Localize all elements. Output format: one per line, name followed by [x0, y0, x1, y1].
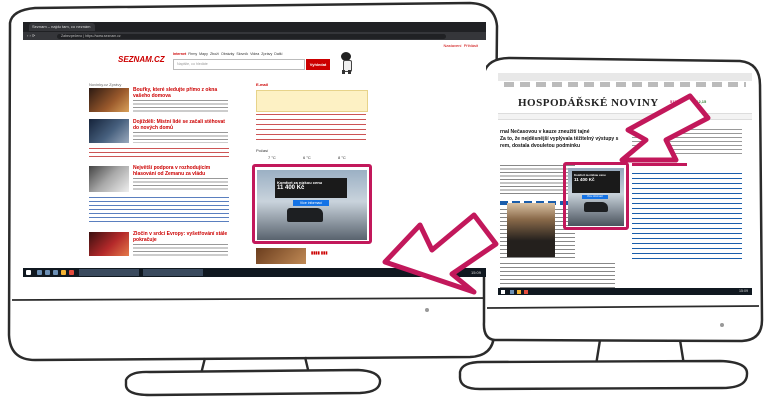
nav-menu[interactable]	[498, 113, 752, 120]
news-links[interactable]	[89, 148, 229, 158]
promo-image[interactable]	[256, 248, 306, 264]
weather-temp-1: 7 °C	[268, 155, 276, 160]
news-headline-1[interactable]: Bouřky, které sledujte přímo z okna vaše…	[133, 87, 228, 99]
login-link[interactable]: Přihlásit	[464, 43, 478, 48]
browser-tab-strip: Seznam – najdu tam, co neznám	[23, 22, 486, 32]
tab-videa[interactable]: Videa	[250, 52, 259, 56]
headline-line-1: rnal Nečasovou v kauze zneužití tajné	[500, 129, 590, 135]
taskbar-window-button[interactable]	[143, 269, 203, 276]
news-image-3[interactable]	[89, 166, 129, 192]
price-1: 517,71	[670, 99, 683, 104]
article-photo[interactable]	[507, 203, 555, 257]
taskbar-folder-icon[interactable]	[61, 270, 66, 275]
quick-links[interactable]	[256, 114, 366, 144]
left-screen: Seznam – najdu tam, co neznám ‹ › ⟳ Zabe…	[23, 22, 486, 277]
taskbar-window-button[interactable]	[79, 269, 139, 276]
sidebar-text	[632, 129, 742, 154]
windows-start-icon[interactable]	[501, 289, 505, 294]
seznam-logo[interactable]: SEZNAM.CZ	[118, 55, 165, 64]
tab-title: Seznam – najdu tam, co neznám	[32, 24, 91, 29]
tab-internet[interactable]: Internet	[173, 52, 186, 56]
ad-highlight-frame	[563, 162, 629, 230]
news-text-4	[133, 244, 228, 258]
news-section-label: Novinky.cz Zprávy	[89, 82, 122, 87]
tab-firmy[interactable]: Firmy	[188, 52, 197, 56]
bookmarks-bar	[504, 82, 746, 87]
ad-highlight-frame	[252, 164, 372, 244]
news-text-1	[133, 100, 228, 112]
address-bar[interactable]: Zabezpečeno | https://www.seznam.cz	[57, 33, 446, 39]
taskbar-clock: 15:09	[470, 269, 481, 275]
browser-tab[interactable]: Seznam – najdu tam, co neznám	[29, 23, 95, 31]
email-box[interactable]	[256, 90, 368, 112]
news-image-1[interactable]	[89, 88, 129, 112]
weather-label: Počasí	[256, 148, 269, 153]
taskbar-folder-icon[interactable]	[517, 289, 521, 294]
headline-line-2: Za to, že nejděsnější vyplývala těžiteln…	[500, 136, 619, 142]
sidebar-links[interactable]	[632, 173, 742, 263]
windows-start-icon[interactable]	[26, 270, 31, 275]
tab-dalsi[interactable]: Další	[274, 52, 282, 56]
taskbar-app-icon[interactable]	[37, 270, 42, 275]
article-body-2	[500, 263, 615, 288]
news-link-list[interactable]	[89, 197, 229, 223]
taskbar-app-icon[interactable]	[53, 270, 58, 275]
search-input[interactable]: Napište, co hledáte	[173, 59, 305, 70]
news-headline-3[interactable]: Největší podpora v rozhodujícím hlasován…	[133, 165, 228, 177]
news-text-2	[133, 132, 228, 143]
email-label[interactable]: E-mail	[256, 82, 268, 87]
news-image-4[interactable]	[89, 232, 129, 256]
address-bar-row: ‹ › ⟳ Zabezpečeno | https://www.seznam.c…	[23, 32, 486, 40]
tab-zpravy[interactable]: Zprávy	[261, 52, 272, 56]
news-image-2[interactable]	[89, 119, 129, 143]
site-title[interactable]: HOSPODÁŘSKÉ NOVINY	[518, 97, 659, 109]
search-tabs: Internet Firmy Mapy Zboží Obrázky Slovní…	[173, 52, 333, 56]
taskbar-chrome-icon[interactable]	[524, 289, 528, 294]
taskbar-app-icon[interactable]	[45, 270, 50, 275]
article-headline[interactable]: rnal Nečasovou v kauze zneužití tajné Za…	[500, 129, 620, 150]
search-button[interactable]: Vyhledat	[306, 59, 330, 70]
dog-mascot-icon	[338, 52, 354, 74]
tab-slovnik[interactable]: Slovník	[236, 52, 248, 56]
search-placeholder: Napište, co hledáte	[177, 62, 208, 66]
news-headline-4[interactable]: Zločin v srdci Evropy: vyšetřování stále…	[133, 231, 228, 243]
browser-bar	[498, 73, 752, 81]
promo-headline[interactable]: ▮▮▮▮ ▮▮▮	[311, 250, 371, 256]
headline-line-3: rem, dostala dvouletou podmínku	[500, 143, 581, 149]
price-2: 412,15	[694, 99, 707, 104]
taskbar-app-icon[interactable]	[510, 289, 514, 294]
settings-link[interactable]: Nastavení	[444, 43, 462, 48]
weather-temp-3: 8 °C	[338, 155, 346, 160]
windows-taskbar: 15:09	[23, 268, 486, 277]
tab-mapy[interactable]: Mapy	[199, 52, 208, 56]
header-links[interactable]: Nastavení Přihlásit	[444, 43, 478, 48]
tab-obrazky[interactable]: Obrázky	[221, 52, 234, 56]
right-screen: HOSPODÁŘSKÉ NOVINY 517,71 412,15 rnal Ne…	[498, 73, 752, 295]
news-text-3	[133, 178, 228, 192]
nav-arrows-icon[interactable]: ‹ › ⟳	[27, 33, 35, 38]
taskbar-clock: 15:09	[739, 288, 748, 293]
sidebar-heading	[632, 163, 687, 166]
windows-taskbar: 15:09	[498, 288, 752, 295]
tab-zbozi[interactable]: Zboží	[210, 52, 219, 56]
taskbar-chrome-icon[interactable]	[69, 270, 74, 275]
news-headline-2[interactable]: Dojížděli: Místní lidé se začali stěhova…	[133, 119, 228, 131]
weather-temp-2: 6 °C	[303, 155, 311, 160]
